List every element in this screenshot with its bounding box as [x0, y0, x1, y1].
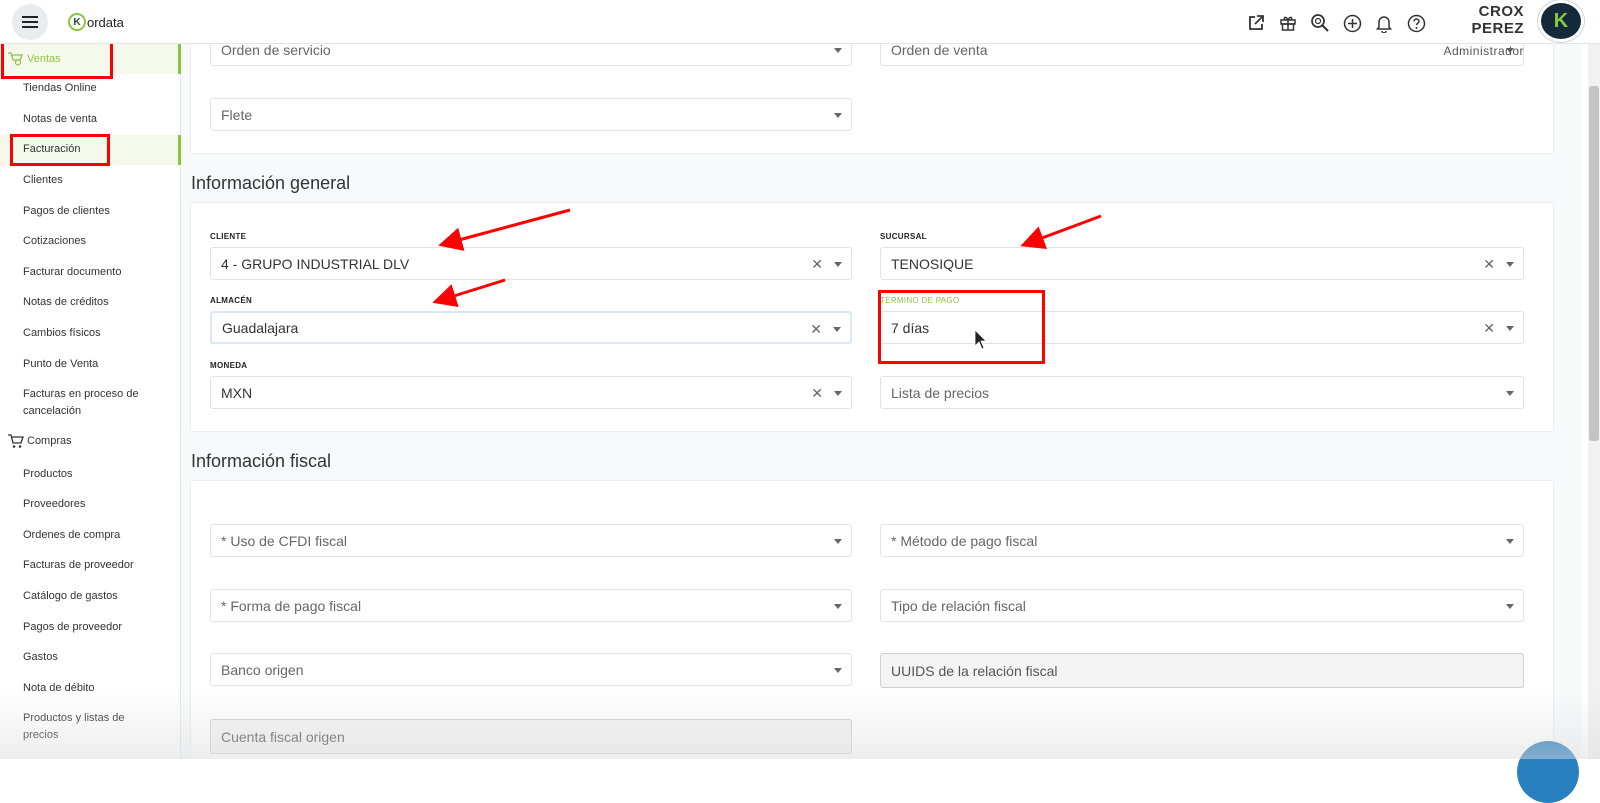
cart-icon — [6, 433, 24, 449]
field-placeholder: * Método de pago fiscal — [891, 532, 1038, 549]
chevron-down-icon — [834, 262, 842, 267]
hamburger-menu-button[interactable] — [12, 4, 48, 40]
field-placeholder: Orden de venta — [891, 44, 988, 58]
metodo-pago-select[interactable]: * Método de pago fiscal — [880, 524, 1524, 557]
search-zoom-icon[interactable] — [1309, 12, 1331, 34]
user-info[interactable]: CROX PEREZ Administrador — [1432, 3, 1524, 58]
sidebar-item-catalogo-de-gastos[interactable]: Catálogo de gastos — [23, 588, 118, 605]
external-link-icon[interactable] — [1245, 12, 1267, 34]
sidebar-group-label: Compras — [27, 435, 72, 447]
field-placeholder: Cuenta fiscal origen — [221, 728, 345, 745]
scrollbar-thumb[interactable] — [1589, 86, 1599, 441]
field-placeholder: UUIDS de la relación fiscal — [891, 662, 1058, 679]
menu-icon — [22, 21, 38, 23]
avatar[interactable]: K — [1538, 0, 1584, 42]
chevron-down-icon — [834, 604, 842, 609]
field-placeholder: Flete — [221, 106, 253, 123]
lista-precios-select[interactable]: Lista de precios — [880, 376, 1524, 409]
sidebar-item-cotizaciones[interactable]: Cotizaciones — [23, 233, 86, 250]
sucursal-select[interactable]: TENOSIQUE ✕ — [880, 247, 1524, 280]
chevron-down-icon — [1506, 391, 1514, 396]
almacen-label: ALMACÉN — [210, 296, 253, 305]
sidebar-item-proveedores[interactable]: Proveedores — [23, 496, 85, 513]
chevron-down-icon — [1506, 539, 1514, 544]
clear-icon[interactable]: ✕ — [811, 256, 823, 273]
logo-k-icon: K — [68, 13, 86, 31]
flete-select[interactable]: Flete — [210, 98, 852, 131]
chevron-down-icon — [1506, 604, 1514, 609]
field-placeholder: Banco origen — [221, 661, 304, 678]
chevron-down-icon — [834, 668, 842, 673]
logo-text: ordata — [87, 14, 124, 30]
field-value: MXN — [221, 384, 253, 401]
sidebar-item-pagos-de-proveedor[interactable]: Pagos de proveedor — [23, 619, 122, 636]
annotation-box-facturacion — [10, 134, 110, 166]
sidebar-group-compras[interactable]: Compras — [0, 426, 181, 456]
field-placeholder: Lista de precios — [891, 384, 990, 401]
sidebar-item-notas-de-creditos[interactable]: Notas de créditos — [23, 294, 109, 311]
almacen-select[interactable]: Guadalajara ✕ — [210, 311, 852, 344]
section-title-info-fiscal: Información fiscal — [191, 451, 332, 471]
chevron-down-icon — [1506, 262, 1514, 267]
sidebar-item-nota-de-debito[interactable]: Nota de débito — [23, 680, 95, 697]
main-content: Orden de servicio Orden de venta Flete I… — [181, 44, 1581, 759]
field-placeholder: * Uso de CFDI fiscal — [221, 532, 348, 549]
cuenta-fiscal-origen-input[interactable]: Cuenta fiscal origen — [210, 719, 852, 754]
clear-icon[interactable]: ✕ — [811, 385, 823, 402]
cliente-select[interactable]: 4 - GRUPO INDUSTRIAL DLV ✕ — [210, 247, 852, 280]
sidebar-item-cambios-fisicos[interactable]: Cambios físicos — [23, 325, 101, 342]
sidebar-item-facturas-de-proveedor[interactable]: Facturas de proveedor — [23, 557, 134, 574]
tipo-relacion-select[interactable]: Tipo de relación fiscal — [880, 589, 1524, 622]
field-value: TENOSIQUE — [891, 255, 974, 272]
forma-pago-select[interactable]: * Forma de pago fiscal — [210, 589, 852, 622]
clear-icon[interactable]: ✕ — [1483, 320, 1495, 337]
sucursal-label: SUCURSAL — [880, 232, 927, 241]
field-placeholder: Tipo de relación fiscal — [891, 597, 1026, 614]
section-title-info-general: Información general — [191, 173, 351, 193]
sidebar-item-punto-de-venta[interactable]: Punto de Venta — [23, 356, 98, 373]
annotation-box-ventas — [1, 41, 113, 79]
orden-venta-select[interactable]: Orden de venta — [880, 44, 1524, 66]
moneda-label: MONEDA — [210, 361, 248, 370]
chat-fab-button[interactable] — [1517, 741, 1579, 803]
chevron-down-icon — [834, 113, 842, 118]
annotation-box-termino-pago — [878, 290, 1045, 364]
field-value: 4 - GRUPO INDUSTRIAL DLV — [221, 255, 410, 272]
top-bar: K ordata CROX PEREZ Administrador K — [0, 0, 1600, 58]
user-name: CROX PEREZ — [1471, 3, 1524, 37]
field-value: Guadalajara — [222, 319, 299, 336]
sidebar-item-clientes[interactable]: Clientes — [23, 172, 63, 189]
chevron-down-icon — [834, 48, 842, 53]
cliente-label: CLIENTE — [210, 232, 247, 241]
sidebar-item-facturas-cancelacion[interactable]: Facturas en proceso de cancelación — [23, 386, 158, 420]
help-icon[interactable] — [1405, 12, 1427, 34]
sidebar-item-productos-listas-precios[interactable]: Productos y listas de precios — [23, 710, 143, 744]
clear-icon[interactable]: ✕ — [810, 321, 822, 338]
app-logo[interactable]: K ordata — [68, 13, 124, 31]
chevron-down-icon — [833, 327, 841, 332]
field-placeholder: Orden de servicio — [221, 44, 331, 58]
chevron-down-icon — [1506, 326, 1514, 331]
uuids-input[interactable]: UUIDS de la relación fiscal — [880, 653, 1524, 688]
sidebar-item-tiendas-online[interactable]: Tiendas Online — [23, 80, 97, 97]
sidebar-item-ordenes-de-compra[interactable]: Ordenes de compra — [23, 527, 120, 544]
plus-circle-icon[interactable] — [1341, 12, 1363, 34]
field-placeholder: * Forma de pago fiscal — [221, 597, 362, 614]
bell-icon[interactable] — [1373, 12, 1395, 34]
sidebar-item-gastos[interactable]: Gastos — [23, 649, 58, 666]
banco-origen-select[interactable]: Banco origen — [210, 653, 852, 686]
uso-cfdi-select[interactable]: * Uso de CFDI fiscal — [210, 524, 852, 557]
moneda-select[interactable]: MXN ✕ — [210, 376, 852, 409]
clear-icon[interactable]: ✕ — [1483, 256, 1495, 273]
sidebar-item-facturar-documento[interactable]: Facturar documento — [23, 264, 121, 281]
user-role: Administrador — [1443, 44, 1524, 58]
sidebar-item-notas-de-venta[interactable]: Notas de venta — [23, 111, 97, 128]
sidebar-item-productos[interactable]: Productos — [23, 466, 73, 483]
sidebar-item-pagos-de-clientes[interactable]: Pagos de clientes — [23, 203, 110, 220]
chevron-down-icon — [834, 391, 842, 396]
orden-servicio-select[interactable]: Orden de servicio — [210, 44, 852, 66]
chevron-down-icon — [834, 539, 842, 544]
gift-icon[interactable] — [1277, 12, 1299, 34]
